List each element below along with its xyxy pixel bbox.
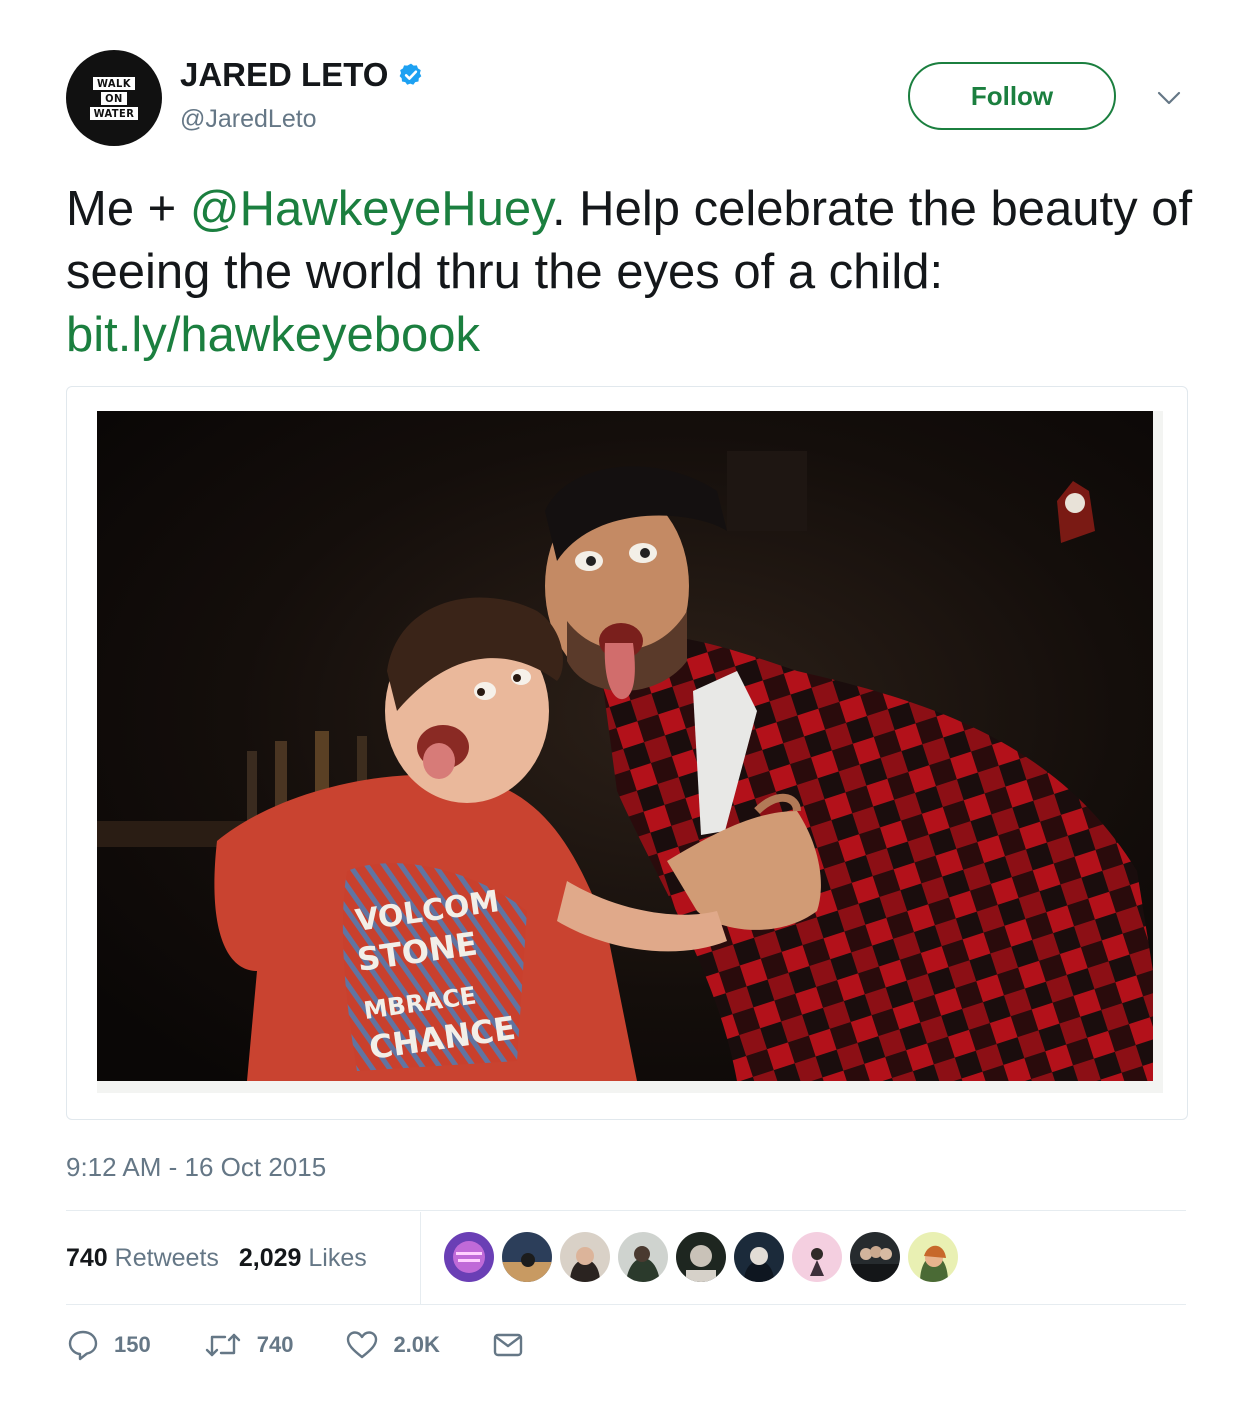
tweet-timestamp[interactable]: 9:12 AM - 16 Oct 2015: [66, 1152, 326, 1182]
reply-icon: [68, 1330, 98, 1361]
author-display-name[interactable]: JARED LETO: [180, 56, 388, 94]
retweet-button[interactable]: 740: [203, 1328, 294, 1362]
retweets-label: Retweets: [114, 1243, 219, 1272]
direct-message-button[interactable]: [492, 1330, 524, 1360]
retweet-count: 740: [256, 1332, 294, 1357]
retweets-stat[interactable]: 740 Retweets: [66, 1244, 219, 1273]
avatar-logo-line-3: WATER: [89, 106, 139, 120]
external-link[interactable]: bit.ly/hawkeyebook: [66, 308, 480, 362]
liker-avatar[interactable]: [676, 1232, 726, 1282]
author-name-row[interactable]: JARED LETO: [180, 56, 424, 94]
likers-avatars: [444, 1232, 958, 1282]
liker-avatar[interactable]: [502, 1232, 552, 1282]
reply-count: 150: [114, 1332, 151, 1357]
mention-link[interactable]: @HawkeyeHuey: [190, 182, 552, 236]
avatar-logo-line-1: WALK: [92, 76, 136, 90]
liker-avatar[interactable]: [792, 1232, 842, 1282]
like-button[interactable]: 2.0K: [345, 1328, 440, 1362]
author-handle[interactable]: @JaredLeto: [180, 104, 317, 134]
envelope-icon: [493, 1333, 523, 1357]
liker-avatar[interactable]: [560, 1232, 610, 1282]
stats-bottom-divider: [66, 1304, 1186, 1305]
likes-count: 2,029: [238, 1243, 302, 1272]
avatar[interactable]: WALK ON WATER: [66, 50, 162, 146]
verified-badge-icon: [400, 63, 422, 85]
liker-avatar[interactable]: [618, 1232, 668, 1282]
tweet-actions: 150 740 2.0K: [66, 1328, 576, 1362]
avatar-logo-line-2: ON: [101, 91, 127, 105]
tweet-photo[interactable]: VOLCOM STONE MBRACE CHANCE: [97, 411, 1153, 1081]
liker-avatar[interactable]: [734, 1232, 784, 1282]
tweet-media-card[interactable]: VOLCOM STONE MBRACE CHANCE: [66, 386, 1188, 1120]
tweet-stats: 740 Retweets 2,029 Likes: [66, 1212, 420, 1304]
liker-avatar[interactable]: [850, 1232, 900, 1282]
retweet-icon: [205, 1333, 240, 1357]
follow-button[interactable]: Follow: [908, 62, 1116, 130]
polaroid-frame: VOLCOM STONE MBRACE CHANCE: [97, 411, 1163, 1093]
stats-top-divider: [66, 1210, 1186, 1211]
reply-button[interactable]: 150: [66, 1328, 151, 1362]
tweet-text-start: Me +: [66, 182, 190, 236]
likes-label: Likes: [308, 1243, 367, 1272]
heart-icon: [347, 1331, 378, 1359]
walk-on-water-logo: WALK ON WATER: [89, 76, 139, 120]
likes-stat[interactable]: 2,029 Likes: [239, 1244, 367, 1273]
liker-avatar[interactable]: [908, 1232, 958, 1282]
liker-avatar[interactable]: [444, 1232, 494, 1282]
tweet-text: Me + @HawkeyeHuey. Help celebrate the be…: [66, 178, 1206, 367]
like-count: 2.0K: [393, 1332, 440, 1357]
retweets-count: 740: [66, 1243, 108, 1272]
stats-vertical-divider: [420, 1212, 421, 1304]
chevron-down-icon[interactable]: [1156, 88, 1182, 108]
